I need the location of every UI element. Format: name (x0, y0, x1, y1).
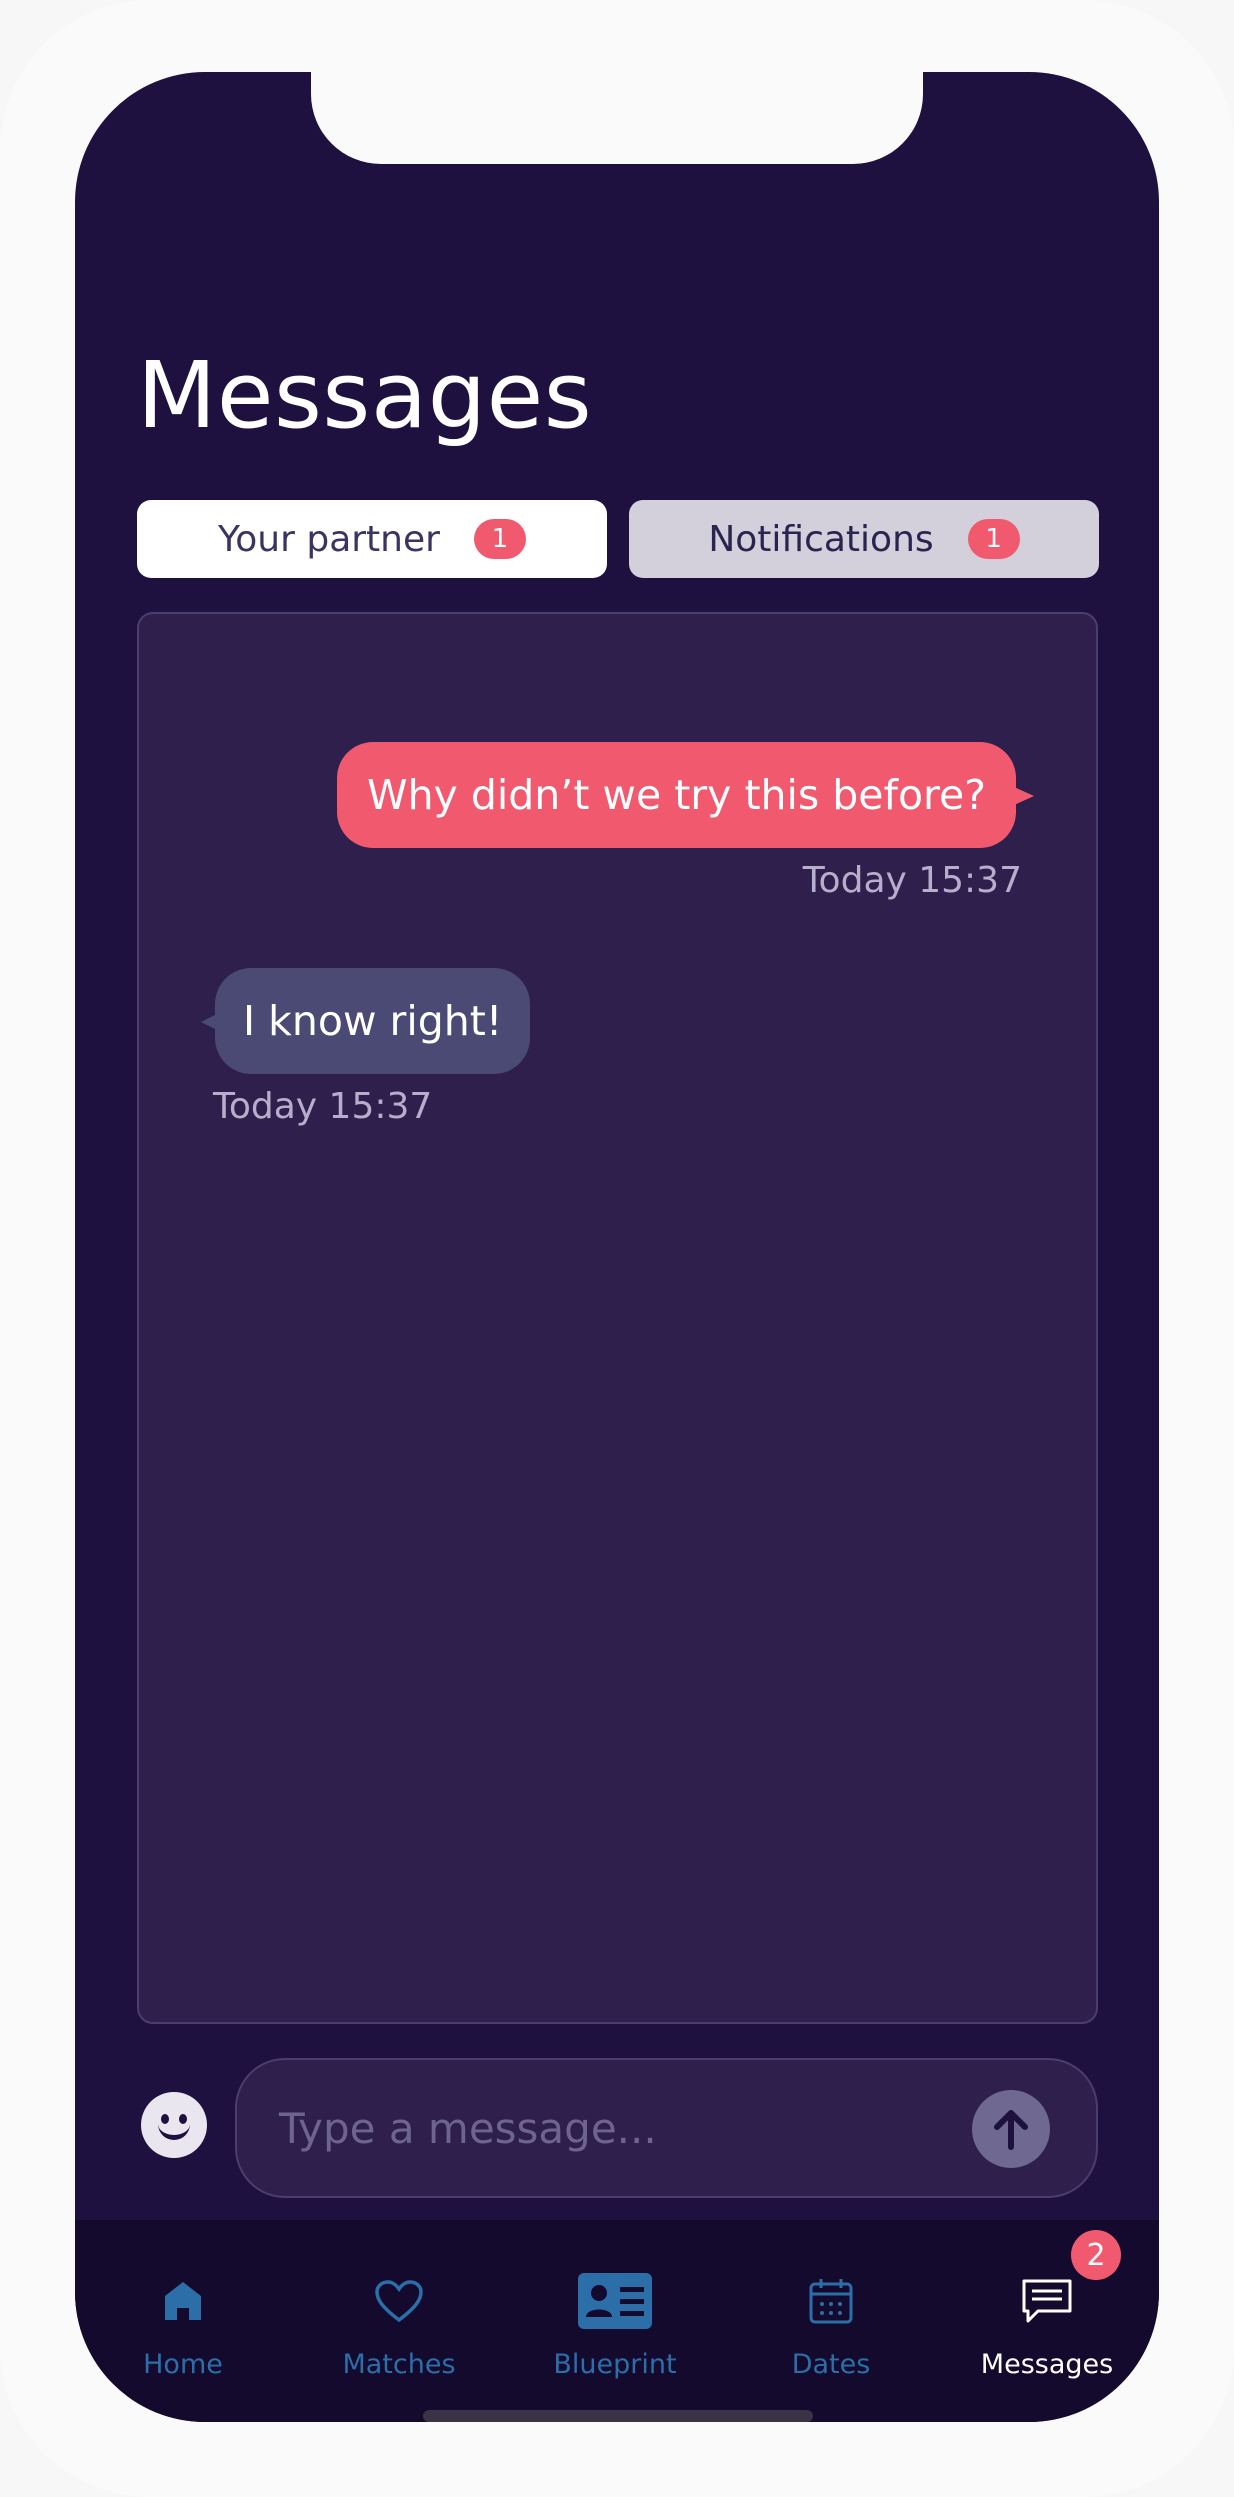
nav-home-label: Home (143, 2349, 223, 2380)
message-timestamp: Today 15:37 (213, 1086, 433, 1127)
phone-screen: Messages Your partner 1 Notifications 1 … (75, 72, 1159, 2422)
tab-your-partner[interactable]: Your partner 1 (137, 500, 607, 578)
id-card-icon (578, 2273, 652, 2329)
nav-dates-label: Dates (791, 2349, 871, 2380)
tab-label: Notifications (708, 518, 934, 560)
nav-matches[interactable]: Matches (291, 2220, 507, 2380)
page-title: Messages (137, 342, 593, 449)
calendar-icon (809, 2279, 853, 2324)
arrow-up-icon (994, 2110, 1028, 2150)
unread-badge: 1 (967, 519, 1020, 559)
nav-messages[interactable]: Messages 2 (939, 2220, 1155, 2380)
outgoing-message-bubble: Why didn’t we try this before? (337, 742, 1034, 848)
smiley-icon[interactable] (141, 2092, 207, 2158)
nav-matches-label: Matches (342, 2349, 456, 2380)
device-notch (311, 72, 923, 164)
send-button[interactable] (972, 2090, 1050, 2168)
nav-home[interactable]: Home (75, 2220, 291, 2380)
message-input-placeholder: Type a message... (279, 2104, 657, 2153)
incoming-message-bubble: I know right! (200, 968, 531, 1074)
nav-messages-label: Messages (980, 2349, 1114, 2380)
heart-icon (375, 2280, 423, 2323)
unread-badge: 1 (473, 519, 526, 559)
chat-panel[interactable]: Why didn’t we try this before? Today 15:… (137, 612, 1098, 2024)
chat-icon (1022, 2279, 1072, 2323)
nav-blueprint-label: Blueprint (553, 2349, 677, 2380)
bottom-navigation: Home Matches Blueprint Dates Messages 2 (75, 2220, 1159, 2422)
tab-notifications[interactable]: Notifications 1 (629, 500, 1099, 578)
message-timestamp: Today 15:37 (802, 860, 1022, 901)
message-input[interactable]: Type a message... (235, 2058, 1098, 2198)
home-icon (165, 2282, 201, 2320)
device-frame: Messages Your partner 1 Notifications 1 … (0, 0, 1234, 2497)
nav-blueprint[interactable]: Blueprint (507, 2220, 723, 2380)
nav-dates[interactable]: Dates (723, 2220, 939, 2380)
tab-label: Your partner (218, 518, 440, 560)
home-indicator[interactable] (423, 2410, 813, 2422)
messages-unread-badge: 2 (1071, 2230, 1121, 2280)
